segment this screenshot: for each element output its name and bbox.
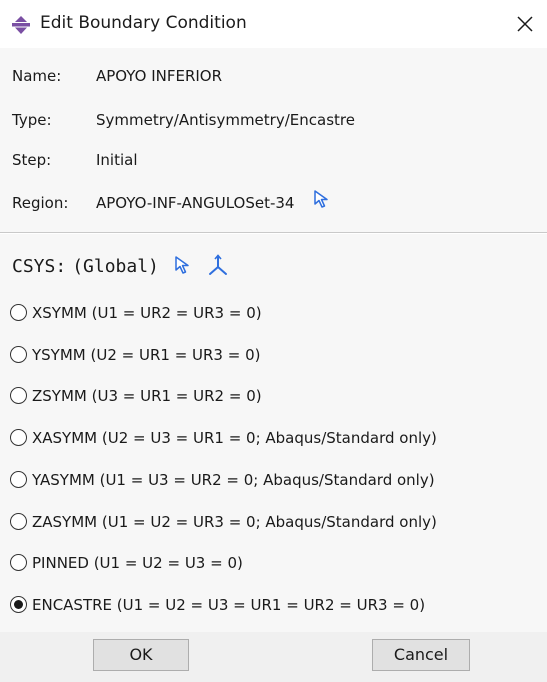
region-label: Region: <box>12 194 69 212</box>
create-csys-axes-icon[interactable] <box>207 254 229 280</box>
button-bar: OK Cancel <box>0 632 547 682</box>
option-label: ZSYMM (U3 = UR1 = UR2 = 0) <box>32 387 262 405</box>
dialog-title: Edit Boundary Condition <box>40 13 247 33</box>
radio-button[interactable] <box>10 346 27 363</box>
region-row: Region: APOYO-INF-ANGULOSet-34 <box>12 190 331 214</box>
boundary-condition-icon <box>12 16 30 34</box>
option-encastre[interactable]: ENCASTRE (U1 = U2 = U3 = UR1 = UR2 = UR3… <box>10 592 425 618</box>
radio-button[interactable] <box>10 429 27 446</box>
option-ysymm[interactable]: YSYMM (U2 = UR1 = UR3 = 0) <box>10 342 260 368</box>
option-pinned[interactable]: PINNED (U1 = U2 = U3 = 0) <box>10 550 243 576</box>
csys-label: CSYS: <box>12 256 67 277</box>
select-csys-arrow-icon[interactable] <box>174 255 192 279</box>
option-yasymm[interactable]: YASYMM (U1 = U3 = UR2 = 0; Abaqus/Standa… <box>10 467 435 493</box>
step-value: Initial <box>96 151 138 169</box>
csys-row: CSYS: (Global) <box>12 253 229 281</box>
radio-button[interactable] <box>10 596 27 613</box>
option-zsymm[interactable]: ZSYMM (U3 = UR1 = UR2 = 0) <box>10 383 262 409</box>
option-xsymm[interactable]: XSYMM (U1 = UR2 = UR3 = 0) <box>10 300 262 326</box>
close-icon <box>517 16 533 32</box>
option-label: PINNED (U1 = U2 = U3 = 0) <box>32 554 243 572</box>
csys-value: (Global) <box>72 256 159 277</box>
radio-button[interactable] <box>10 554 27 571</box>
step-label: Step: <box>12 151 52 169</box>
close-button[interactable] <box>505 0 547 48</box>
radio-button[interactable] <box>10 471 27 488</box>
option-label: XASYMM (U2 = U3 = UR1 = 0; Abaqus/Standa… <box>32 429 437 447</box>
ok-button[interactable]: OK <box>93 639 189 671</box>
select-region-arrow-icon[interactable] <box>313 189 331 216</box>
option-label: ENCASTRE (U1 = U2 = U3 = UR1 = UR2 = UR3… <box>32 596 426 614</box>
type-label: Type: <box>12 111 52 129</box>
option-xasymm[interactable]: XASYMM (U2 = U3 = UR1 = 0; Abaqus/Standa… <box>10 425 437 451</box>
step-row: Step: Initial <box>12 148 138 172</box>
radio-button[interactable] <box>10 513 27 530</box>
edit-boundary-condition-dialog: Edit Boundary Condition Name: APOYO INFER… <box>0 0 547 682</box>
option-label: YSYMM (U2 = UR1 = UR3 = 0) <box>32 346 261 364</box>
separator <box>0 232 547 234</box>
option-label: ZASYMM (U1 = U2 = UR3 = 0; Abaqus/Standa… <box>32 513 437 531</box>
type-value: Symmetry/Antisymmetry/Encastre <box>96 111 355 129</box>
name-row: Name: APOYO INFERIOR <box>12 64 222 88</box>
name-label: Name: <box>12 67 62 85</box>
type-row: Type: Symmetry/Antisymmetry/Encastre <box>12 108 355 132</box>
option-label: XSYMM (U1 = UR2 = UR3 = 0) <box>32 304 262 322</box>
option-zasymm[interactable]: ZASYMM (U1 = U2 = UR3 = 0; Abaqus/Standa… <box>10 509 437 535</box>
option-label: YASYMM (U1 = U3 = UR2 = 0; Abaqus/Standa… <box>32 471 435 489</box>
radio-button[interactable] <box>10 387 27 404</box>
region-value: APOYO-INF-ANGULOSet-34 <box>96 194 295 212</box>
radio-button[interactable] <box>10 304 27 321</box>
cancel-button[interactable]: Cancel <box>372 639 470 671</box>
name-value: APOYO INFERIOR <box>96 67 223 85</box>
title-bar[interactable]: Edit Boundary Condition <box>0 0 547 48</box>
